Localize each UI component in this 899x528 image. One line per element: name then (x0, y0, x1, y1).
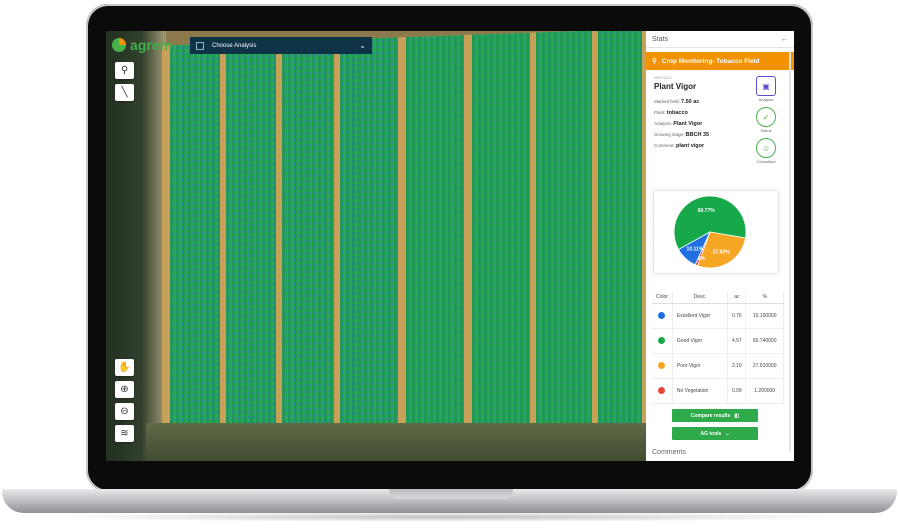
line-icon: ╲ (121, 87, 128, 98)
location-icon: ⚲ (652, 58, 657, 65)
panel-title: Stats (652, 35, 668, 43)
stats-panel: Stats ← ⚲ Crop Monitoring- Tobacco Field… (646, 31, 794, 461)
crop-strip (536, 31, 592, 433)
chevron-down-icon: ⌄ (725, 430, 730, 437)
analysis-select[interactable]: Choose Analysis ⌄ (190, 37, 372, 54)
draw-line-button[interactable]: ╲ (115, 84, 134, 101)
compare-icon: ◧ (734, 412, 740, 419)
logo-text: agrem (130, 37, 173, 53)
compare-results-button[interactable]: Compare results ◧ (672, 409, 758, 422)
crop-strip (406, 34, 464, 437)
pin-icon: ⚲ (120, 65, 129, 76)
pie-slice-label: 27.92% (713, 249, 731, 255)
analysis-select-label: Choose Analysis (212, 42, 257, 49)
pie-svg: 60.77%27.92%1.2%10.11% (673, 195, 747, 269)
consultant-icon-label: Consultant (756, 159, 776, 164)
comments-heading: Comments (652, 449, 686, 456)
legend-table: Color Desc. ac % Excellent Vigor 0.76 10.1… (652, 291, 784, 404)
pie-slice-label: 60.77% (698, 208, 716, 214)
layers-button[interactable]: ≋ (115, 425, 134, 442)
map-view[interactable]: agrem Choose Analysis ⌄ ⚲ ╲ ✋ ⊕ ⊖ ≋ (106, 31, 648, 461)
table-row: Poor Vigor 2.10 27.910000 (652, 353, 784, 379)
crop-strip (226, 41, 276, 444)
analysis-icon-label: Analysis (758, 97, 774, 102)
zoom-in-button[interactable]: ⊕ (115, 381, 134, 398)
layers-icon: ≋ (120, 428, 129, 439)
zoom-out-icon: ⊖ (120, 406, 129, 417)
col-color: Color (652, 291, 673, 304)
ag-tools-button[interactable]: AG tools ⌄ (672, 427, 758, 440)
crop-strip (472, 32, 530, 435)
panel-header: Stats ← (646, 31, 794, 48)
crop-strip (340, 37, 398, 440)
legend-swatch (658, 386, 666, 394)
vigor-pie-chart: 60.77% 27.92% 1.2% 10.11% (654, 191, 778, 273)
legend-swatch (658, 336, 666, 344)
location-pin-button[interactable]: ⚲ (115, 62, 134, 79)
zoom-in-icon: ⊕ (120, 384, 129, 395)
col-pct: % (745, 291, 784, 304)
legend-swatch (658, 361, 666, 369)
chevron-down-icon: ⌄ (359, 41, 366, 50)
crop-strip (170, 43, 220, 446)
field-banner: ⚲ Crop Monitoring- Tobacco Field (646, 52, 794, 70)
legend-header-row: Color Desc. ac % (652, 291, 784, 304)
analysis-info: 09/27/2022 Plant Vigor Marked field: 7.5… (646, 70, 794, 190)
crop-strip (598, 31, 642, 431)
back-arrow-icon[interactable]: ← (781, 36, 788, 43)
hand-icon: ✋ (118, 362, 131, 373)
col-ac: ac (727, 291, 747, 304)
field-edge (146, 423, 646, 461)
status-check-icon[interactable]: ✓ (756, 107, 776, 127)
app-logo: agrem (112, 37, 172, 53)
pie-slice-label: 10.11% (687, 246, 704, 252)
action-icons: ▣ Analysis ✓ Status ☺ Consultant (756, 76, 776, 164)
crop-strip (282, 39, 334, 442)
analysis-icon[interactable]: ▣ (756, 76, 776, 96)
table-row: Excellent Vigor 0.76 10.100000 (652, 303, 784, 329)
consultant-icon[interactable]: ☺ (756, 138, 776, 158)
table-row: Good Vigor 4.57 60.740000 (652, 328, 784, 354)
pan-button[interactable]: ✋ (115, 359, 134, 376)
ag-tools-label: AG tools (700, 430, 722, 437)
legend-swatch (658, 311, 666, 319)
screen: agrem Choose Analysis ⌄ ⚲ ╲ ✋ ⊕ ⊖ ≋ Stat… (106, 31, 794, 461)
logo-icon (112, 38, 126, 52)
panel-scrollbar[interactable] (789, 51, 791, 451)
compare-results-label: Compare results (690, 412, 731, 419)
col-desc: Desc. (672, 291, 729, 304)
field-overlay (162, 31, 648, 446)
table-row: No Vegetation 0.09 1.200000 (652, 378, 784, 404)
laptop-notch (389, 489, 513, 499)
status-icon-label: Status (760, 128, 772, 133)
grid-icon (196, 41, 204, 50)
laptop-shadow (40, 512, 860, 522)
field-name: Crop Monitoring- Tobacco Field (661, 57, 760, 65)
zoom-out-button[interactable]: ⊖ (115, 403, 134, 420)
